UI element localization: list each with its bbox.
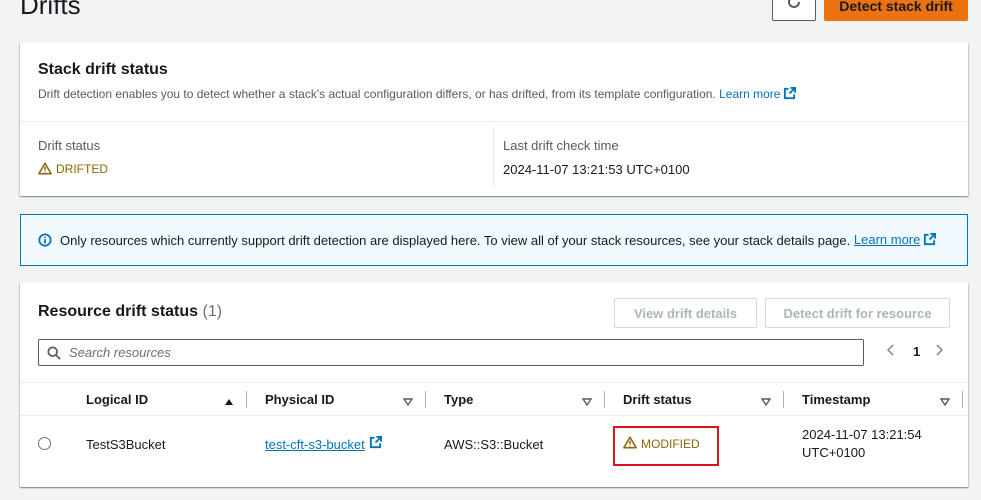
sort-descending-icon[interactable] (581, 394, 593, 412)
last-check-field: Last drift check time 2024-11-07 13:21:5… (503, 138, 690, 177)
warning-icon (38, 162, 52, 178)
timestamp-line-2: UTC+0100 (802, 445, 866, 460)
pagination: 1 (886, 344, 944, 359)
column-separator (783, 391, 784, 408)
cell-timestamp: 2024-11-07 13:21:54 UTC+0100 (802, 416, 922, 472)
column-physical-id[interactable]: Physical ID (265, 383, 334, 416)
column-type[interactable]: Type (444, 383, 473, 416)
current-page[interactable]: 1 (913, 344, 920, 359)
resource-count: (1) (202, 303, 223, 320)
drift-status-text: DRIFTED (56, 162, 108, 176)
search-input[interactable]: Search resources (38, 339, 864, 366)
info-alert: Only resources which currently support d… (20, 214, 968, 266)
stack-drift-status-title: Stack drift status (38, 61, 168, 78)
refresh-icon (786, 0, 802, 15)
physical-id-link[interactable]: test-cft-s3-bucket (265, 437, 365, 452)
table-header: Logical ID Physical ID Type Drift status… (20, 382, 968, 416)
last-check-label: Last drift check time (503, 138, 619, 153)
drift-status-value: DRIFTED (38, 162, 108, 178)
cell-type: AWS::S3::Bucket (444, 436, 544, 452)
learn-more-label: Learn more (719, 87, 781, 101)
search-icon (47, 345, 61, 360)
drift-status-field: Drift status DRIFTED (38, 138, 108, 178)
stack-drift-description: Drift detection enables you to detect wh… (38, 87, 950, 103)
external-link-icon (923, 232, 937, 249)
column-separator (425, 391, 426, 408)
column-timestamp[interactable]: Timestamp (802, 383, 870, 416)
external-link-icon (369, 436, 382, 452)
column-drift-status[interactable]: Drift status (623, 383, 692, 416)
next-page-icon[interactable] (934, 344, 944, 359)
column-separator (246, 391, 247, 408)
warning-icon (623, 436, 637, 452)
resource-drift-status-title: Resource drift status (1) (38, 303, 222, 321)
detect-drift-for-resource-button[interactable]: Detect drift for resource (765, 298, 950, 328)
view-drift-details-button[interactable]: View drift details (614, 298, 757, 328)
resource-title-text: Resource drift status (38, 303, 199, 320)
search-placeholder: Search resources (69, 345, 171, 360)
drift-status-modified: MODIFIED (641, 437, 700, 451)
cell-logical-id: TestS3Bucket (86, 436, 166, 452)
description-text: Drift detection enables you to detect wh… (38, 87, 716, 101)
external-link-icon (783, 87, 797, 103)
learn-more-link[interactable]: Learn more (719, 87, 797, 103)
column-logical-id[interactable]: Logical ID (86, 383, 148, 416)
drift-status-label: Drift status (38, 138, 101, 153)
cell-drift-status: MODIFIED (623, 416, 700, 472)
sort-descending-icon[interactable] (402, 394, 414, 412)
info-alert-text: Only resources which currently support d… (60, 232, 851, 248)
detect-stack-drift-button[interactable]: Detect stack drift (824, 0, 968, 21)
info-learn-more-link[interactable]: Learn more (853, 231, 937, 249)
column-separator (962, 391, 963, 408)
stack-drift-status-header: Stack drift status Drift detection enabl… (20, 43, 968, 122)
timestamp-line-1: 2024-11-07 13:21:54 (802, 427, 922, 442)
stack-drift-status-panel: Stack drift status Drift detection enabl… (20, 43, 968, 196)
row-select-radio[interactable] (38, 437, 51, 450)
previous-page-icon[interactable] (886, 344, 896, 359)
table-row: TestS3Bucket test-cft-s3-bucket AWS::S3:… (20, 416, 968, 472)
refresh-button[interactable] (772, 0, 816, 21)
cell-physical-id: test-cft-s3-bucket (265, 416, 382, 472)
sort-descending-icon[interactable] (939, 394, 951, 412)
info-icon (38, 233, 52, 247)
column-separator (604, 391, 605, 408)
sort-descending-icon[interactable] (760, 394, 772, 412)
page-title: Drifts (20, 0, 81, 20)
resource-drift-status-panel: Resource drift status (1) View drift det… (20, 283, 968, 487)
sort-ascending-icon[interactable] (224, 394, 234, 412)
info-learn-more-label: Learn more (853, 231, 921, 247)
last-check-value: 2024-11-07 13:21:53 UTC+0100 (503, 162, 690, 177)
column-divider (493, 127, 494, 187)
